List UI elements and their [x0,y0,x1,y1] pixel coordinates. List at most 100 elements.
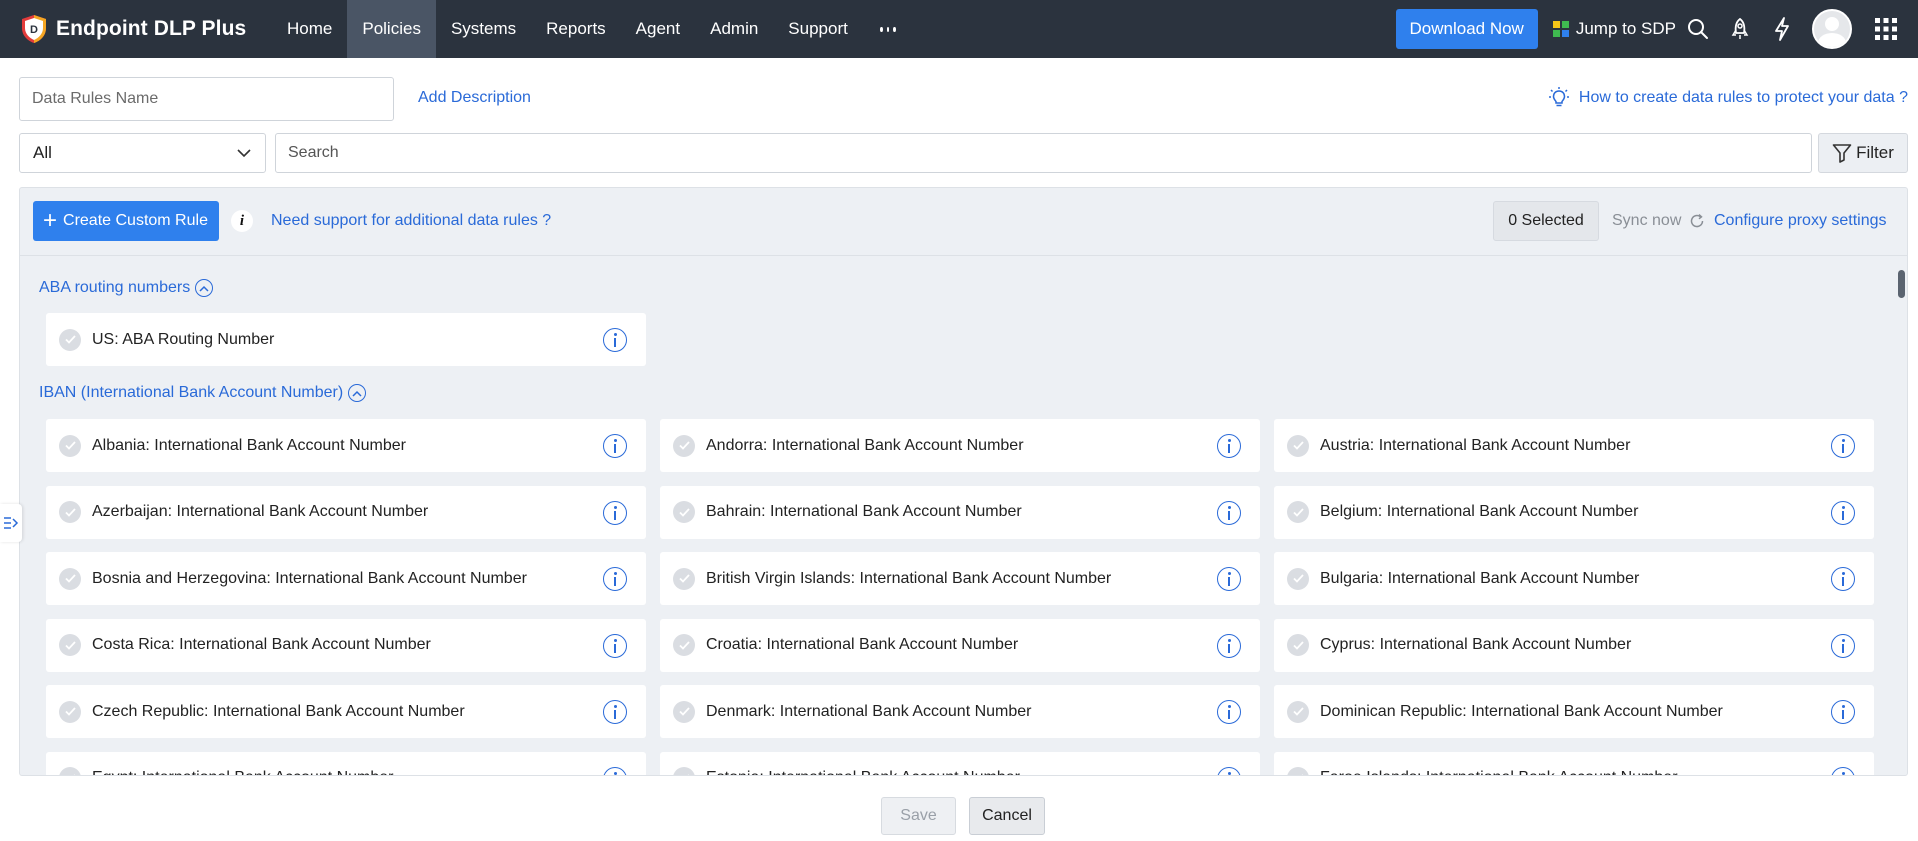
info-circle-icon[interactable] [603,766,627,775]
rule-card[interactable]: Czech Republic: International Bank Accou… [46,685,646,738]
rule-card[interactable]: Croatia: International Bank Account Numb… [660,618,1260,672]
filter-button[interactable]: Filter [1818,133,1908,173]
rocket-icon[interactable] [1720,0,1760,58]
cancel-button[interactable]: Cancel [969,797,1045,835]
info-icon[interactable]: i [231,210,253,232]
info-circle-icon[interactable] [1217,567,1241,591]
check-circle-icon[interactable] [1287,634,1309,656]
brand[interactable]: D Endpoint DLP Plus [0,0,272,58]
how-to-create-link[interactable]: How to create data rules to protect your… [1548,87,1908,109]
rule-label: Costa Rica: International Bank Account N… [92,636,431,653]
shield-logo-icon: D [22,15,46,43]
group-iban-title[interactable]: IBAN (International Bank Account Number) [39,384,367,402]
check-circle-icon[interactable] [673,501,695,523]
check-circle-icon[interactable] [673,767,695,775]
group-title-label: IBAN (International Bank Account Number) [39,384,344,401]
more-horizontal-icon[interactable] [863,0,913,58]
rule-card[interactable]: Belgium: International Bank Account Numb… [1274,485,1874,539]
check-circle-icon[interactable] [673,700,695,723]
rule-card[interactable]: US: ABA Routing Number [46,313,646,366]
info-circle-icon[interactable] [1217,766,1241,775]
selected-count-badge[interactable]: 0 Selected [1493,201,1599,241]
info-circle-icon[interactable] [1831,567,1855,591]
data-rules-name-input[interactable] [19,77,394,121]
lightning-icon[interactable] [1762,0,1802,58]
apps-grid-icon[interactable] [1866,0,1906,58]
refresh-icon [1691,213,1704,228]
chevron-up-icon [195,279,214,297]
info-circle-icon[interactable] [1831,500,1855,525]
nav-support[interactable]: Support [773,0,863,58]
create-custom-rule-button[interactable]: + Create Custom Rule [33,201,219,241]
check-circle-icon[interactable] [59,700,81,723]
check-circle-icon[interactable] [59,328,81,351]
rule-card[interactable]: Estonia: International Bank Account Numb… [660,751,1260,775]
info-circle-icon[interactable] [603,567,627,591]
info-circle-icon[interactable] [1217,633,1241,658]
scrollbar[interactable] [1898,270,1905,298]
rule-card[interactable]: Azerbaijan: International Bank Account N… [46,485,646,539]
rule-card[interactable]: Bahrain: International Bank Account Numb… [660,485,1260,539]
check-circle-icon[interactable] [59,501,81,523]
info-circle-icon[interactable] [603,633,627,658]
rule-card[interactable]: Denmark: International Bank Account Numb… [660,685,1260,738]
category-select[interactable]: All [19,133,266,173]
info-circle-icon[interactable] [603,328,627,352]
rule-label: Azerbaijan: International Bank Account N… [92,503,429,520]
nav-reports[interactable]: Reports [531,0,621,58]
info-circle-icon[interactable] [603,434,627,458]
info-circle-icon[interactable] [1831,766,1855,775]
check-circle-icon[interactable] [59,767,81,775]
save-button[interactable]: Save [881,797,956,835]
nav-agent[interactable]: Agent [621,0,695,58]
rule-card[interactable]: Bulgaria: International Bank Account Num… [1274,552,1874,605]
check-circle-icon[interactable] [673,634,695,656]
search-input[interactable] [275,133,1812,173]
add-description-link[interactable]: Add Description [418,89,531,107]
rule-card[interactable]: British Virgin Islands: International Ba… [660,552,1260,605]
check-circle-icon[interactable] [1287,767,1309,775]
plus-icon: + [43,207,58,234]
check-circle-icon[interactable] [1287,501,1309,523]
nav-admin[interactable]: Admin [695,0,773,58]
rule-card[interactable]: Austria: International Bank Account Numb… [1274,419,1874,472]
nav-home[interactable]: Home [272,0,347,58]
info-circle-icon[interactable] [603,700,627,724]
info-circle-icon[interactable] [1217,700,1241,724]
rule-card[interactable]: Costa Rica: International Bank Account N… [46,618,646,672]
rule-card[interactable]: Bosnia and Herzegovina: International Ba… [46,552,646,605]
info-circle-icon[interactable] [1831,434,1855,458]
lightbulb-icon [1548,87,1569,107]
check-circle-icon[interactable] [1287,567,1309,590]
rule-card[interactable]: Cyprus: International Bank Account Numbe… [1274,618,1874,672]
rule-card[interactable]: Egypt: International Bank Account Number [46,751,646,775]
configure-proxy-link[interactable]: Configure proxy settings [1714,212,1887,230]
check-circle-icon[interactable] [673,434,695,457]
info-circle-icon[interactable] [1217,434,1241,458]
check-circle-icon[interactable] [59,567,81,590]
info-circle-icon[interactable] [1831,700,1855,724]
nav-systems[interactable]: Systems [436,0,531,58]
group-aba-title[interactable]: ABA routing numbers [39,279,214,297]
check-circle-icon[interactable] [673,567,695,590]
rule-card[interactable]: Dominican Republic: International Bank A… [1274,685,1874,738]
sidebar-toggle-icon[interactable] [0,504,22,542]
panel-toolbar: + Create Custom Rule i Need support for … [20,188,1907,256]
info-circle-icon[interactable] [603,500,627,525]
check-circle-icon[interactable] [1287,700,1309,723]
avatar[interactable] [1812,9,1852,49]
need-support-link[interactable]: Need support for additional data rules ? [271,212,551,230]
search-icon[interactable] [1678,0,1718,58]
rule-card[interactable]: Faroe Islands: International Bank Accoun… [1274,751,1874,775]
check-circle-icon[interactable] [59,634,81,656]
sync-now-button[interactable]: Sync now [1612,212,1705,230]
jump-to-sdp-link[interactable]: Jump to SDP [1552,19,1676,39]
download-now-button[interactable]: Download Now [1395,9,1538,49]
nav-policies[interactable]: Policies [347,0,436,58]
check-circle-icon[interactable] [59,434,81,457]
info-circle-icon[interactable] [1831,633,1855,658]
info-circle-icon[interactable] [1217,500,1241,525]
rule-card[interactable]: Andorra: International Bank Account Numb… [660,419,1260,472]
check-circle-icon[interactable] [1287,434,1309,457]
rule-card[interactable]: Albania: International Bank Account Numb… [46,419,646,472]
